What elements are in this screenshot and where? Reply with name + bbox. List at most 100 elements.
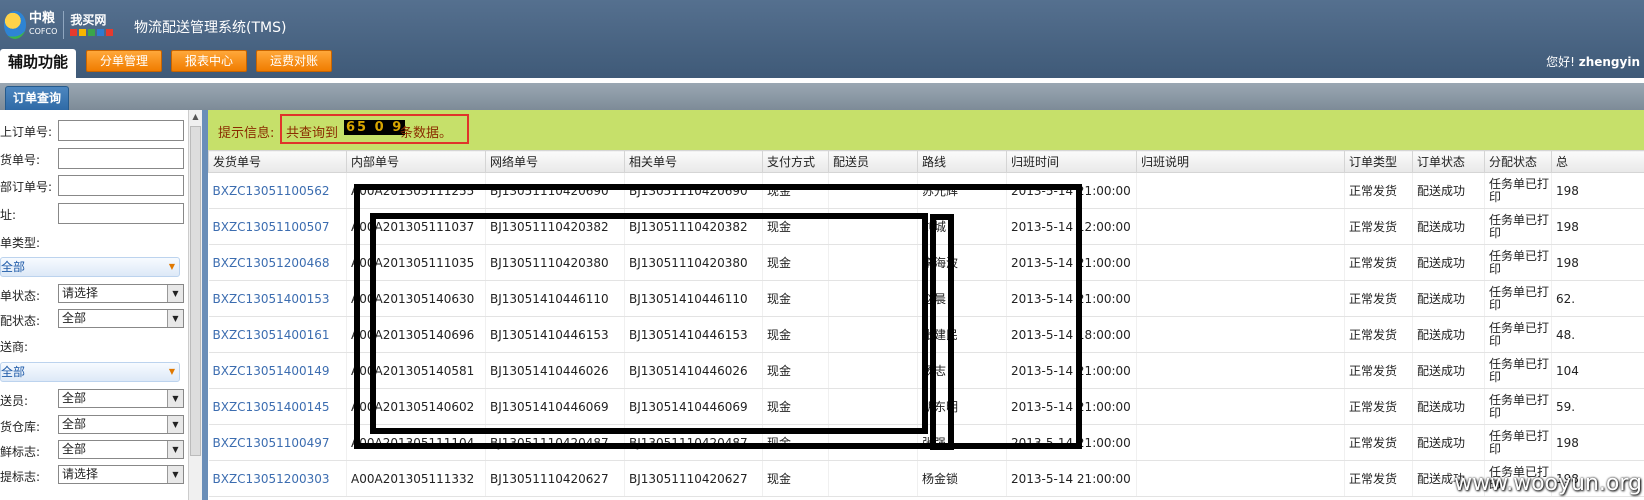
table-row[interactable]: BXZC13051200468 A00A201305111035 BJ1305111…	[208, 244, 1644, 281]
column-header[interactable]: 内部单号	[346, 150, 486, 173]
table-cell: 2013-5-14 21:00:00	[1006, 388, 1137, 425]
delivery-no-input[interactable]	[58, 148, 184, 169]
pickup-flag-select[interactable]: 请选择 ▼	[58, 465, 184, 484]
distribution-status-select[interactable]: 全部 ▼	[58, 309, 184, 328]
search-row: 货仓库: 全部 ▼	[0, 415, 188, 437]
column-header[interactable]: 订单类型	[1344, 150, 1413, 173]
table-cell: 104	[1551, 352, 1644, 389]
table-cell: 配送成功	[1412, 280, 1485, 317]
fresh-flag-select[interactable]: 全部 ▼	[58, 440, 184, 459]
table-row[interactable]: BXZC13051400149 A00A201305140581 BJ1305141…	[208, 352, 1644, 389]
tab-auxiliary-functions[interactable]: 辅助功能	[0, 49, 76, 78]
table-header: 发货单号 内部单号 网络单号 相关单号 支付方式 配送员 路线 归班时间 归班说明 订单类型 订单状…	[208, 150, 1644, 173]
table-cell	[1136, 460, 1345, 497]
table-row[interactable]: BXZC13051400145 A00A201305140602 BJ1305141…	[208, 388, 1644, 425]
shipment-no-link[interactable]: BXZC13051100562	[208, 172, 347, 209]
shipment-no-link[interactable]: BXZC13051200303	[208, 460, 347, 497]
warehouse-select[interactable]: 全部 ▼	[58, 415, 184, 434]
search-row: 单状态: 请选择 ▼	[0, 284, 188, 306]
column-header[interactable]: 相关单号	[624, 150, 763, 173]
column-header[interactable]: 订单状态	[1412, 150, 1485, 173]
search-row: 货单号:	[0, 148, 188, 170]
column-header[interactable]: 配送员	[828, 150, 918, 173]
table-cell: 正常发货	[1344, 208, 1413, 245]
shipment-no-link[interactable]: BXZC13051100507	[208, 208, 347, 245]
info-bar: 提示信息: 共查询到 65 0 9 条数据。	[208, 110, 1644, 150]
column-header[interactable]: 支付方式	[762, 150, 829, 173]
carrier-combo[interactable]: 全部 ▼	[0, 362, 180, 382]
shipment-no-link[interactable]: BXZC13051400149	[208, 352, 347, 389]
table-cell: 现金	[762, 172, 829, 209]
womai-logo: 我买网	[70, 14, 114, 36]
tab-order-query[interactable]: 订单查询	[5, 86, 69, 110]
table-cell: 现金	[762, 388, 829, 425]
shipment-no-link[interactable]: BXZC13051400145	[208, 388, 347, 425]
brand-sub: COFCO	[29, 27, 58, 36]
courier-select[interactable]: 全部 ▼	[58, 389, 184, 408]
table-row[interactable]: BXZC13051200303 A00A201305111332 BJ1305111…	[208, 460, 1644, 497]
table-cell: 2013-5-14 21:00:00	[1006, 280, 1137, 317]
shipment-no-link[interactable]: BXZC13051200468	[208, 244, 347, 281]
menu-freight-reconcile-button[interactable]: 运费对账	[256, 50, 332, 72]
column-header[interactable]: 分配状态	[1484, 150, 1552, 173]
scroll-up-icon[interactable]: ▲	[189, 110, 202, 124]
info-label: 提示信息:	[218, 126, 275, 141]
table-cell: BJ13051410446110	[624, 280, 763, 317]
table-cell: BJ13051110420382	[624, 208, 763, 245]
table-cell: 胡东明	[917, 388, 1007, 425]
shipment-no-link[interactable]: BXZC13051400161	[208, 316, 347, 353]
table-cell: 198	[1551, 172, 1644, 209]
table-cell: 现金	[762, 208, 829, 245]
table-cell: A00A201305111035	[346, 244, 486, 281]
chevron-down-icon: ▼	[167, 441, 183, 458]
table-cell: 正常发货	[1344, 352, 1413, 389]
table-row[interactable]: BXZC13051400161 A00A201305140696 BJ1305141…	[208, 316, 1644, 353]
table-cell: A00A201305111104	[346, 424, 486, 461]
search-row: 配状态: 全部 ▼	[0, 309, 188, 331]
search-row: 部订单号:	[0, 175, 188, 197]
column-header[interactable]: 归班说明	[1136, 150, 1345, 173]
column-header[interactable]: 网络单号	[485, 150, 625, 173]
table-cell: 配送成功	[1412, 352, 1485, 389]
table-cell: A00A201305140696	[346, 316, 486, 353]
order-type-combo[interactable]: 全部 ▼	[0, 257, 180, 277]
shipment-no-link[interactable]: BXZC13051100497	[208, 424, 347, 461]
table-cell: 现金	[762, 316, 829, 353]
table-row[interactable]: BXZC13051100562 A00A201305111255 BJ1305111…	[208, 172, 1644, 209]
column-header[interactable]: 总	[1551, 150, 1644, 173]
column-header[interactable]: 归班时间	[1006, 150, 1137, 173]
table-row[interactable]: BXZC13051100497 A00A201305111104 BJ1305111…	[208, 424, 1644, 461]
table-cell: 赵晨	[917, 280, 1007, 317]
shipment-no-link[interactable]: BXZC13051400153	[208, 280, 347, 317]
table-row[interactable]: BXZC13051400153 A00A201305140630 BJ1305141…	[208, 280, 1644, 317]
table-cell: 苏光辉	[917, 172, 1007, 209]
table-cell: 正常发货	[1344, 388, 1413, 425]
menu-split-order-button[interactable]: 分单管理	[86, 50, 162, 72]
search-row: 鲜标志: 全部 ▼	[0, 440, 188, 462]
search-panel-scrollbar[interactable]: ▲	[188, 110, 202, 500]
search-row: 单类型:	[0, 236, 41, 250]
column-header[interactable]: 发货单号	[208, 150, 347, 173]
table-cell	[828, 280, 918, 317]
order-status-select[interactable]: 请选择 ▼	[58, 284, 184, 303]
table-cell: 配送成功	[1412, 424, 1485, 461]
scrollbar-thumb[interactable]	[190, 126, 201, 456]
table-cell: 62.	[1551, 280, 1644, 317]
search-row: 送商:	[0, 340, 29, 354]
table-cell: 2013-5-14 21:00:00	[1006, 172, 1137, 209]
table-cell: 2013-5-14 12:00:00	[1006, 208, 1137, 245]
username: zhengyin	[1578, 55, 1640, 69]
table-cell: 刘城	[917, 208, 1007, 245]
menu-report-center-button[interactable]: 报表中心	[171, 50, 247, 72]
table-cell: A00A201305111255	[346, 172, 486, 209]
address-input[interactable]	[58, 203, 184, 224]
table-cell: 李海波	[917, 244, 1007, 281]
upper-order-no-input[interactable]	[58, 120, 184, 141]
table-cell: 配送成功	[1412, 388, 1485, 425]
internal-order-no-input[interactable]	[58, 175, 184, 196]
table-cell: 张强	[917, 424, 1007, 461]
search-panel: 上订单号: 货单号: 部订单号: 址: 单类型: 全部 ▼ 单状态: 请选择 ▼…	[0, 110, 188, 500]
column-header[interactable]: 路线	[917, 150, 1007, 173]
table-row[interactable]: BXZC13051100507 A00A201305111037 BJ1305111…	[208, 208, 1644, 245]
table-cell: 杨志	[917, 352, 1007, 389]
